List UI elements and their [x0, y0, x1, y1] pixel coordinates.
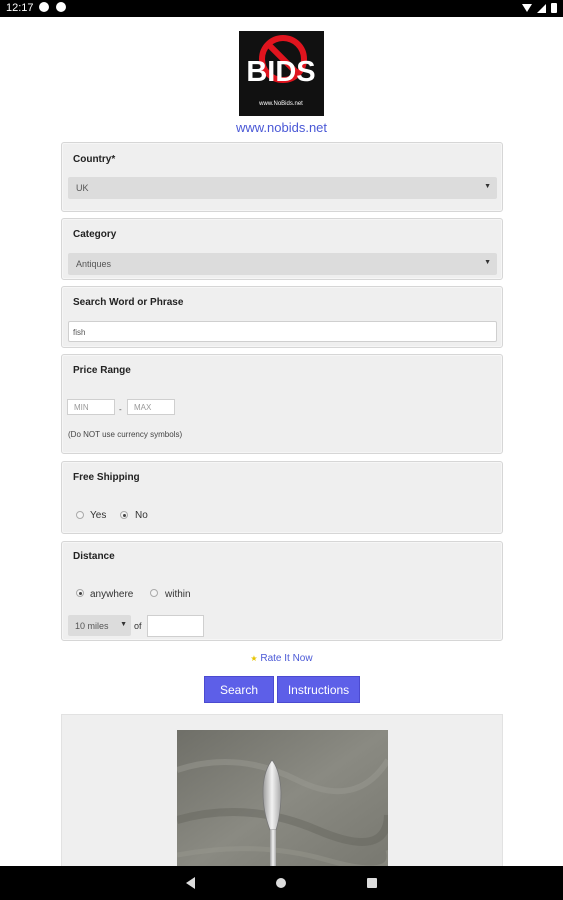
shipping-yes-radio[interactable]: [76, 511, 84, 519]
country-select[interactable]: UK ▼: [68, 177, 497, 199]
rate-it-now-link[interactable]: ★ Rate It Now: [0, 653, 563, 664]
miles-value: 10 miles: [75, 621, 109, 631]
price-hint: (Do NOT use currency symbols): [68, 430, 183, 439]
wifi-icon: [522, 4, 532, 12]
distance-card: Distance anywhere within 10 miles ▼ of: [61, 541, 503, 641]
shipping-no-radio[interactable]: [120, 511, 128, 519]
category-card: Category Antiques ▼: [61, 218, 503, 280]
category-label: Category: [73, 229, 117, 240]
shipping-yes-label: Yes: [90, 510, 107, 521]
logo-caption: www.NoBids.net: [258, 101, 303, 107]
country-value: UK: [76, 183, 89, 193]
battery-icon: [551, 3, 557, 13]
shipping-no-label: No: [135, 510, 148, 521]
search-label: Search Word or Phrase: [73, 297, 184, 308]
of-label: of: [134, 621, 142, 631]
notification-icon: [56, 2, 66, 12]
zip-input[interactable]: [147, 615, 204, 637]
shipping-card: Free Shipping Yes No: [61, 461, 503, 534]
site-link[interactable]: www.nobids.net: [0, 120, 563, 135]
dropdown-caret-icon: ▼: [484, 183, 491, 190]
rate-it-now-label: Rate It Now: [260, 653, 313, 664]
item-photo[interactable]: [177, 730, 388, 875]
category-select[interactable]: Antiques ▼: [68, 253, 497, 275]
signal-icon: [537, 3, 546, 13]
search-button[interactable]: Search: [204, 676, 274, 703]
search-input[interactable]: fish: [68, 321, 497, 342]
star-icon: ★: [250, 654, 258, 663]
price-separator: -: [119, 405, 122, 414]
logo-text: BIDS: [246, 56, 315, 88]
notification-icon: [39, 2, 49, 12]
country-card: Country* UK ▼: [61, 142, 503, 212]
back-icon[interactable]: [186, 877, 195, 889]
status-bar: 12:17: [0, 0, 563, 17]
result-card[interactable]: [61, 714, 503, 875]
price-min-input[interactable]: MIN: [67, 399, 115, 415]
price-max-input[interactable]: MAX: [127, 399, 175, 415]
home-icon[interactable]: [276, 878, 286, 888]
miles-select[interactable]: 10 miles ▼: [68, 615, 131, 636]
clock: 12:17: [6, 2, 34, 14]
status-icons: [522, 3, 557, 13]
distance-anywhere-label: anywhere: [90, 589, 134, 600]
distance-within-radio[interactable]: [150, 589, 158, 597]
instructions-button[interactable]: Instructions: [277, 676, 360, 703]
dropdown-caret-icon: ▼: [484, 259, 491, 266]
search-card: Search Word or Phrase fish: [61, 286, 503, 348]
distance-within-label: within: [165, 589, 191, 600]
nobids-logo: BIDS www.NoBids.net: [239, 31, 324, 116]
recent-apps-icon[interactable]: [367, 878, 377, 888]
price-label: Price Range: [73, 365, 131, 376]
category-value: Antiques: [76, 259, 112, 269]
navigation-bar: [0, 866, 563, 900]
dropdown-caret-icon: ▼: [120, 621, 127, 628]
shipping-label: Free Shipping: [73, 472, 140, 483]
country-label: Country*: [73, 154, 116, 165]
price-card: Price Range MIN - MAX (Do NOT use curren…: [61, 354, 503, 454]
distance-label: Distance: [73, 551, 115, 562]
distance-anywhere-radio[interactable]: [76, 589, 84, 597]
